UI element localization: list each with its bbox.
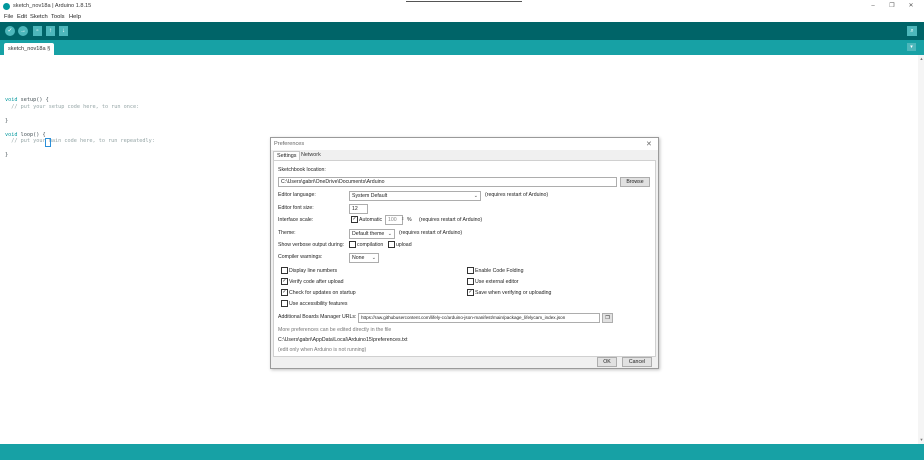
accessibility-checkbox[interactable] [281, 300, 288, 307]
code-comment: // put your setup code here, to run once… [5, 103, 140, 110]
open-sketch-button[interactable]: ↑ [46, 26, 55, 36]
menu-sketch[interactable]: Sketch [30, 14, 48, 20]
status-bar [0, 444, 924, 460]
editor-scrollbar[interactable] [918, 55, 924, 444]
boards-urls-field[interactable]: https://raw.githubusercontent.com/lifely… [358, 313, 600, 323]
verbose-upload-checkbox[interactable] [388, 241, 395, 248]
check-updates-checkbox[interactable]: ✓ [281, 289, 288, 296]
interface-scale-label: Interface scale: [278, 217, 314, 223]
dialog-title: Preferences [274, 141, 305, 147]
chevron-down-icon: ⌄ [473, 193, 478, 199]
theme-value: Default theme [352, 231, 385, 237]
restart-note: (requires restart of Arduino) [485, 192, 549, 198]
menu-tools[interactable]: Tools [51, 14, 65, 20]
theme-restart-note: (requires restart of Arduino) [399, 230, 463, 236]
scroll-down-icon[interactable]: ▼ [919, 437, 924, 442]
serial-monitor-button[interactable]: ⌕ [907, 26, 917, 36]
automatic-checkbox[interactable]: ✓ [351, 216, 358, 223]
tab-bar [0, 40, 924, 55]
code-line-4: } [5, 117, 9, 124]
editor-language-value: System Default [352, 193, 388, 199]
line-numbers-label: Display line numbers [289, 268, 338, 274]
check-updates-label: Check for updates on startup [289, 290, 356, 296]
percent-sign: % [407, 217, 412, 223]
chevron-down-icon: ⌄ [371, 255, 376, 261]
save-on-verify-label: Save when verifying or uploading [475, 290, 552, 296]
dialog-close-icon[interactable]: ✕ [646, 140, 652, 148]
font-size-field[interactable]: 12 [349, 204, 368, 214]
bracket-highlight [45, 138, 51, 147]
focus-indicator [406, 1, 522, 2]
warnings-label: Compiler warnings: [278, 254, 323, 260]
warnings-select[interactable]: None ⌄ [349, 253, 379, 263]
code-comment: // put your main code here, to run repea… [5, 138, 155, 145]
dialog-title-bar [271, 138, 658, 150]
code-line-9: } [5, 152, 9, 159]
cancel-button[interactable]: Cancel [622, 357, 652, 367]
editor-language-label: Editor language: [278, 192, 316, 198]
toolbar [0, 22, 924, 40]
external-editor-label: Use external editor [475, 279, 519, 285]
scale-restart-note: (requires restart of Arduino) [419, 217, 483, 223]
menu-file[interactable]: File [4, 14, 13, 20]
maximize-button[interactable]: ❐ [887, 2, 897, 10]
theme-select[interactable]: Default theme ⌄ [349, 229, 395, 239]
arduino-logo-icon [3, 3, 10, 10]
tab-sketch[interactable]: sketch_nov18a § [4, 43, 55, 55]
spinner-arrows-icon[interactable]: ⇕ [401, 216, 404, 221]
code-folding-label: Enable Code Folding [475, 268, 524, 274]
tab-network[interactable]: Network [298, 151, 324, 160]
settings-panel: Sketchbook location: C:\Users\gabri\OneD… [273, 160, 656, 357]
menu-help[interactable]: Help [69, 14, 81, 20]
prefs-file-path[interactable]: C:\Users\gabri\AppData\Local\Arduino15\p… [278, 337, 407, 343]
tab-menu-button[interactable]: ▾ [907, 43, 916, 51]
chevron-down-icon: ⌄ [387, 231, 392, 237]
save-on-verify-checkbox[interactable]: ✓ [467, 289, 474, 296]
line-numbers-checkbox[interactable] [281, 267, 288, 274]
keyword: void [5, 97, 18, 103]
code-text[interactable]: void setup() { // put your setup code he… [5, 97, 155, 159]
edit-note: (edit only when Arduino is not running) [278, 347, 367, 353]
boards-urls-label: Additional Boards Manager URLs: [278, 314, 357, 320]
save-sketch-button[interactable]: ↓ [59, 26, 68, 36]
compilation-label: compilation [357, 242, 384, 248]
ok-button[interactable]: OK [597, 357, 617, 367]
edit-urls-window-icon[interactable]: ❐ [602, 313, 613, 323]
upload-button[interactable]: → [18, 26, 28, 36]
verbose-compilation-checkbox[interactable] [349, 241, 356, 248]
warnings-value: None [352, 255, 365, 261]
code-folding-checkbox[interactable] [467, 267, 474, 274]
verbose-label: Show verbose output during: [278, 242, 345, 248]
font-size-label: Editor font size: [278, 205, 314, 211]
scroll-up-icon[interactable]: ▲ [919, 56, 924, 61]
code-line-1: setup() { [17, 97, 49, 103]
sketchbook-label: Sketchbook location: [278, 167, 326, 173]
code-line-6: loop() { [17, 131, 46, 138]
sketchbook-path-field[interactable]: C:\Users\gabri\OneDrive\Documents\Arduin… [278, 177, 617, 187]
browse-button[interactable]: Browse [620, 177, 650, 187]
window-title: sketch_nov18a | Arduino 1.8.15 [13, 3, 92, 9]
verify-button[interactable]: ✓ [5, 26, 15, 36]
minimize-button[interactable]: – [868, 2, 878, 10]
external-editor-checkbox[interactable] [467, 278, 474, 285]
verify-after-upload-label: Verify code after upload [289, 279, 344, 285]
more-prefs-note: More preferences can be edited directly … [278, 327, 392, 333]
menu-edit[interactable]: Edit [17, 14, 27, 20]
automatic-label: Automatic [359, 217, 383, 223]
accessibility-label: Use accessibility features [289, 301, 348, 307]
close-window-button[interactable]: ✕ [906, 2, 916, 10]
menu-bar [0, 12, 924, 22]
new-sketch-button[interactable]: ▫ [33, 26, 42, 36]
editor-language-select[interactable]: System Default ⌄ [349, 191, 481, 201]
preferences-dialog: Preferences ✕ Settings Network Sketchboo… [270, 137, 659, 369]
verify-after-upload-checkbox[interactable]: ✓ [281, 278, 288, 285]
upload-label: upload [396, 242, 412, 248]
keyword: void [5, 131, 18, 138]
theme-label: Theme: [278, 230, 296, 236]
